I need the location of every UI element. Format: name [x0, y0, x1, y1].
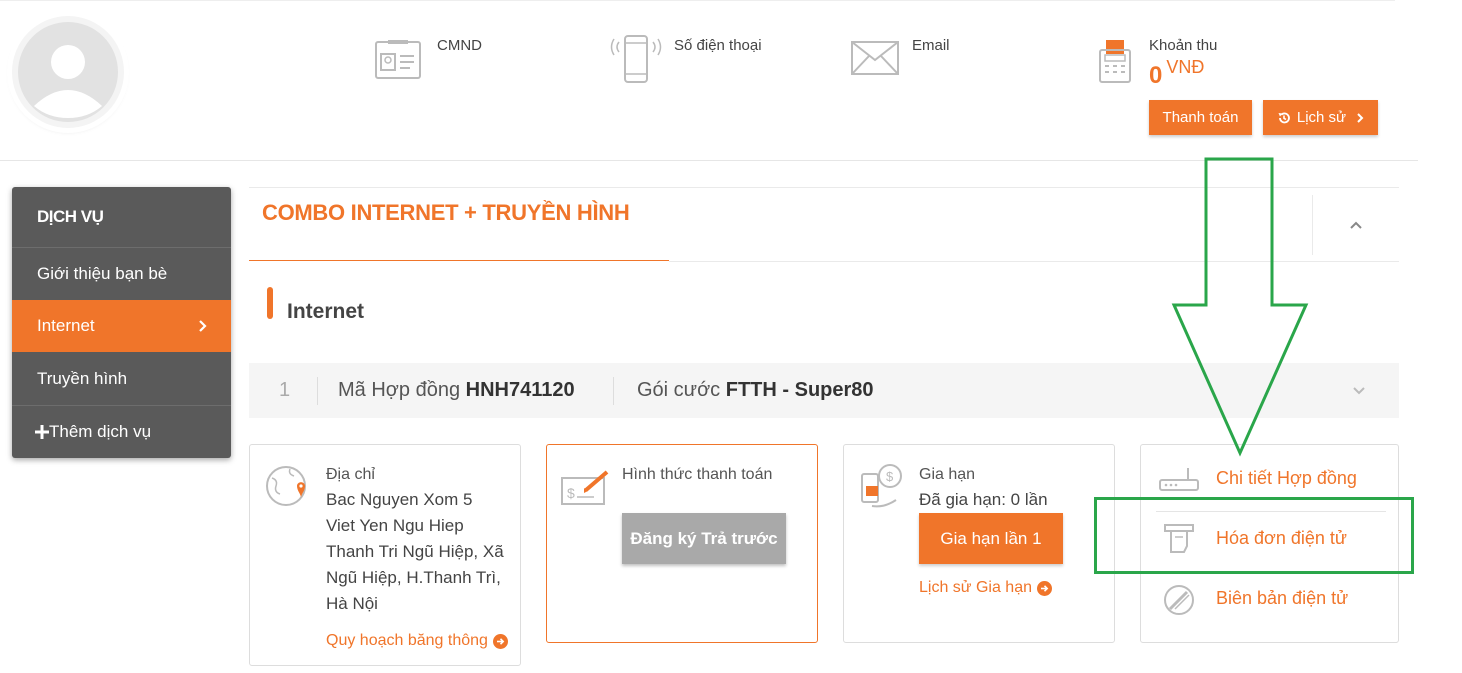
contract-code: HNH741120: [465, 379, 575, 401]
email-label: Email: [912, 37, 950, 54]
sidebar-item-label: Thêm dịch vụ: [49, 422, 152, 441]
renewal-status: Đã gia hạn: 0 lần: [919, 490, 1048, 509]
document-pen-icon: [1164, 585, 1194, 615]
globe-location-icon: [266, 466, 306, 506]
balance-label: Khoản thu: [1149, 37, 1218, 54]
address-line: Hà Nội: [326, 594, 378, 613]
renewal-history-link-label: Lịch sử Gia hạn: [919, 579, 1032, 596]
sidebar-item-add-service[interactable]: Thêm dịch vụ: [12, 405, 231, 458]
renew-button-label: Gia hạn lần 1: [940, 528, 1042, 548]
email-icon: [851, 41, 899, 75]
bandwidth-plan-link-label: Quy hoạch băng thông: [326, 632, 488, 649]
renew-button[interactable]: Gia hạn lần 1: [919, 513, 1063, 564]
e-minutes-link[interactable]: Biên bản điện tử: [1216, 588, 1348, 609]
annotation-arrow-icon: [1171, 157, 1309, 457]
phone-label: Số điện thoại: [674, 37, 762, 54]
arrow-circle-icon: [492, 633, 508, 649]
bandwidth-plan-link[interactable]: Quy hoạch băng thông: [326, 632, 508, 650]
svg-text:$: $: [886, 469, 894, 484]
section-title: Internet: [287, 300, 365, 323]
sidebar-item-internet[interactable]: Internet: [12, 300, 231, 352]
contract-separator: [317, 377, 318, 405]
balance-currency: VNĐ: [1166, 57, 1205, 77]
pay-button-label: Thanh toán: [1162, 109, 1239, 126]
combo-title: COMBO INTERNET + TRUYỀN HÌNH: [262, 200, 630, 225]
pay-button[interactable]: Thanh toán: [1149, 100, 1252, 135]
modem-icon: [1159, 468, 1199, 491]
address-line: Viet Yen Ngu Hiep: [326, 516, 464, 535]
sidebar-item-label: Internet: [37, 316, 95, 335]
collapse-panel-button[interactable]: [1312, 195, 1399, 255]
payment-method-label: Hình thức thanh toán: [622, 466, 773, 483]
id-label: CMND: [437, 37, 482, 54]
annotation-highlight-box: [1094, 497, 1414, 574]
plan-name: FTTH - Super80: [725, 379, 874, 401]
balance-amount: 0 VNĐ: [1149, 57, 1204, 90]
contract-info: Mã Hợp đồng HNH741120: [338, 379, 575, 402]
history-button-label: Lịch sử: [1296, 109, 1347, 126]
address-line: Ngũ Hiệp, H.Thanh Trì,: [326, 568, 501, 587]
address-line: Thanh Tri Ngũ Hiệp, Xã: [326, 542, 504, 561]
register-prepaid-button-label: Đăng ký Trả trước: [630, 528, 778, 548]
section-accent-bar: [267, 287, 273, 319]
combo-title-underline: [249, 260, 669, 261]
sidebar-item-label: Truyền hình: [37, 368, 128, 388]
check-payment-icon: $: [561, 470, 609, 505]
svg-text:$: $: [567, 485, 575, 501]
address-label: Địa chỉ: [326, 466, 375, 483]
renewal-history-link[interactable]: Lịch sử Gia hạn: [919, 579, 1052, 597]
contract-label: Mã Hợp đồng: [338, 379, 461, 401]
receipt-icon: [1099, 40, 1131, 83]
avatar[interactable]: [12, 16, 124, 128]
plan-label: Gói cước: [637, 379, 721, 401]
address-lines: Bac Nguyen Xom 5 Viet Yen Ngu Hiep Thanh…: [326, 487, 504, 617]
chevron-up-icon: [1350, 221, 1362, 229]
header-top-border: [0, 0, 1395, 1]
id-card-icon: [375, 40, 421, 79]
balance-number: 0: [1149, 62, 1163, 89]
renewal-label: Gia hạn: [919, 466, 976, 483]
sidebar-header: DỊCH VỤ: [37, 207, 104, 226]
address-line: Bac Nguyen Xom 5: [326, 490, 473, 509]
user-silhouette-icon: [18, 22, 118, 122]
chevron-right-icon: [199, 320, 207, 332]
contract-separator: [613, 377, 614, 405]
renewal-money-icon: $: [861, 464, 902, 508]
history-button[interactable]: Lịch sử: [1263, 100, 1378, 135]
sidebar-item-refer-friends[interactable]: Giới thiệu bạn bè: [12, 247, 231, 300]
register-prepaid-button[interactable]: Đăng ký Trả trước: [622, 513, 786, 564]
plan-info: Gói cước FTTH - Super80: [637, 379, 874, 402]
sidebar-item-television[interactable]: Truyền hình: [12, 352, 231, 405]
sidebar-item-label: Giới thiệu bạn bè: [37, 264, 168, 283]
chevron-right-icon: [1357, 112, 1364, 123]
contract-index: 1: [279, 379, 291, 401]
plus-icon: [35, 425, 49, 439]
phone-icon: [610, 35, 662, 83]
chevron-down-icon: [1353, 387, 1365, 395]
contract-detail-link[interactable]: Chi tiết Hợp đồng: [1216, 468, 1357, 489]
history-icon: [1278, 112, 1290, 123]
arrow-circle-icon: [1037, 580, 1052, 596]
service-sidebar: DỊCH VỤ Giới thiệu bạn bè Internet Truyề…: [12, 187, 231, 458]
